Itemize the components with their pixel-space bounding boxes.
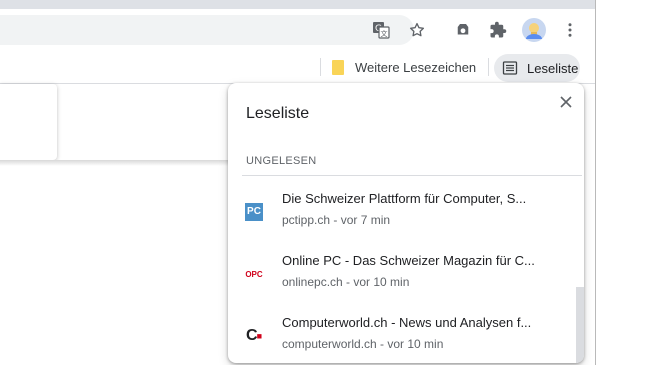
item-subtitle: onlinepc.ch - vor 10 min — [282, 275, 410, 289]
close-icon — [560, 96, 572, 108]
svg-text:文: 文 — [381, 29, 388, 38]
browser-frame — [0, 0, 596, 9]
reading-list-label: Leseliste — [527, 60, 579, 76]
onlinepc-icon: OPC — [245, 269, 263, 279]
translate-icon[interactable]: G 文 — [366, 15, 396, 45]
popup-title: Leseliste — [246, 105, 310, 122]
menu-dots-icon[interactable] — [555, 15, 585, 45]
bookmarks-bar: Weitere Lesezeichen Leseliste — [0, 51, 596, 84]
avatar[interactable] — [519, 15, 549, 45]
item-title: Die Schweizer Plattform für Computer, S.… — [282, 191, 527, 206]
extension-cloud-icon[interactable] — [448, 15, 478, 45]
bookmarks-separator — [488, 58, 489, 76]
browser-toolbar: G 文 — [0, 9, 596, 51]
scrollbar-thumb[interactable] — [576, 287, 584, 363]
puzzle-icon[interactable] — [483, 15, 513, 45]
address-bar[interactable] — [0, 15, 414, 45]
close-button[interactable] — [554, 90, 578, 114]
page-content-card — [0, 84, 57, 160]
folder-icon — [332, 59, 344, 75]
item-title: Computerworld.ch - News und Analysen f..… — [282, 315, 532, 330]
other-bookmarks-button[interactable]: Weitere Lesezeichen — [332, 54, 476, 80]
item-subtitle: pctipp.ch - vor 7 min — [282, 213, 391, 227]
reading-list-icon — [502, 60, 518, 76]
scrollbar[interactable] — [576, 179, 584, 363]
reading-list-item[interactable]: PC Die Schweizer Plattform für Computer,… — [228, 179, 576, 241]
other-bookmarks-label: Weitere Lesezeichen — [355, 59, 477, 75]
computerworld-icon: C ■ — [246, 327, 262, 344]
item-subtitle: computerworld.ch - vor 10 min — [282, 337, 444, 351]
page-shadow — [0, 160, 230, 166]
item-title: Online PC - Das Schweizer Magazin für C.… — [282, 253, 535, 268]
window-edge — [595, 0, 596, 365]
bookmarks-separator — [320, 58, 321, 76]
reading-list-item[interactable]: C ■ Computerworld.ch - News und Analysen … — [228, 303, 576, 363]
star-icon[interactable] — [402, 15, 432, 45]
pctipp-icon: PC — [245, 203, 263, 221]
reading-list-button[interactable]: Leseliste — [494, 54, 580, 82]
section-divider — [242, 175, 582, 176]
section-header-unread: UNGELESEN — [246, 155, 317, 167]
reading-list-popup: Leseliste UNGELESEN PC Die Schweizer Pla… — [228, 83, 584, 363]
reading-list-item[interactable]: OPC Online PC - Das Schweizer Magazin fü… — [228, 241, 576, 303]
